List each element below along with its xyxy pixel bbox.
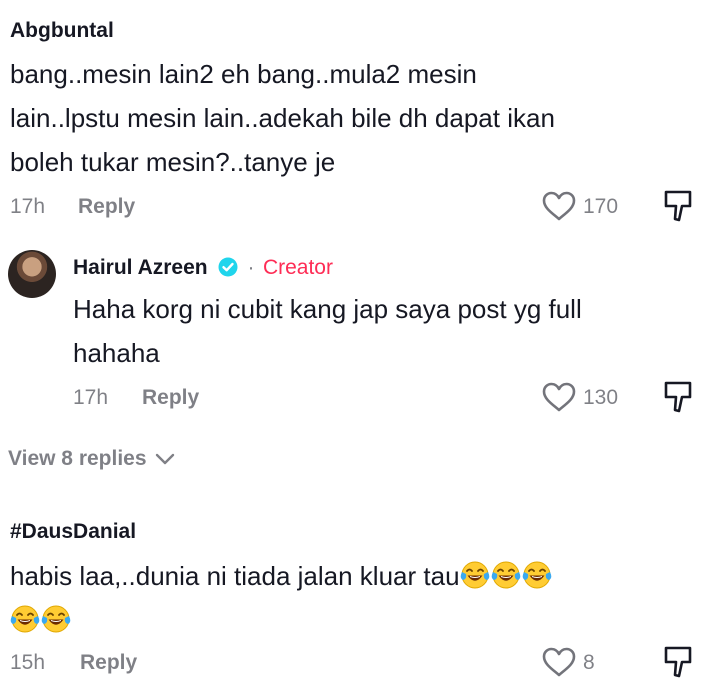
chevron-down-icon — [155, 453, 175, 465]
heart-icon[interactable] — [542, 382, 576, 412]
like-count: 8 — [583, 651, 595, 674]
dislike-icon[interactable] — [663, 189, 693, 223]
reply-text-line: hahaha — [73, 338, 160, 368]
creator-badge: Creator — [262, 256, 333, 279]
reply-timestamp: 17h — [73, 386, 109, 409]
reply-text-line: Haha korg ni cubit kang jap saya post yg… — [73, 294, 582, 324]
verified-badge-icon — [218, 257, 238, 277]
comment-username[interactable]: Abgbuntal — [10, 19, 114, 43]
face-with-tears-of-joy-icon — [41, 603, 71, 633]
reply-button[interactable]: Reply — [78, 195, 135, 219]
face-with-tears-of-joy-icon — [491, 559, 521, 589]
reply-header: Hairul Azreen · Creator — [73, 256, 333, 280]
comment-text-line: boleh tukar mesin?..tanye je — [10, 147, 336, 177]
comment-username[interactable]: #DausDanial — [10, 520, 136, 544]
heart-icon[interactable] — [542, 191, 576, 221]
comment-text-line: bang..mesin lain2 eh bang..mula2 mesin — [10, 59, 477, 89]
comment-timestamp: 17h — [10, 195, 46, 218]
comment-text-line — [10, 598, 710, 642]
reply-text: Haha korg ni cubit kang jap saya post yg… — [73, 287, 713, 375]
reply-button[interactable]: Reply — [80, 651, 137, 675]
face-with-tears-of-joy-icon — [522, 559, 552, 589]
comment-text-line: lain..lpstu mesin lain..adekah bile dh d… — [10, 103, 555, 133]
comment-timestamp: 15h — [10, 651, 46, 674]
dislike-icon[interactable] — [663, 380, 693, 414]
reply-button[interactable]: Reply — [142, 386, 199, 410]
comment-text: bang..mesin lain2 eh bang..mula2 mesin l… — [10, 52, 710, 184]
face-with-tears-of-joy-icon — [460, 559, 490, 589]
like-count: 130 — [583, 386, 619, 409]
view-replies-label: View 8 replies — [8, 447, 147, 470]
separator-dot: · — [247, 256, 255, 279]
reply-username[interactable]: Hairul Azreen — [73, 256, 208, 279]
dislike-icon[interactable] — [663, 645, 693, 679]
comment-text: habis laa,..dunia ni tiada jalan kluar t… — [10, 554, 710, 642]
like-count: 170 — [583, 195, 619, 218]
view-replies-button[interactable]: View 8 replies — [8, 447, 175, 471]
comment-text-line: habis laa,..dunia ni tiada jalan kluar t… — [10, 554, 710, 598]
face-with-tears-of-joy-icon — [10, 603, 40, 633]
heart-icon[interactable] — [542, 647, 576, 677]
avatar[interactable] — [8, 250, 56, 298]
comment-text-content: habis laa,..dunia ni tiada jalan kluar t… — [10, 561, 460, 591]
